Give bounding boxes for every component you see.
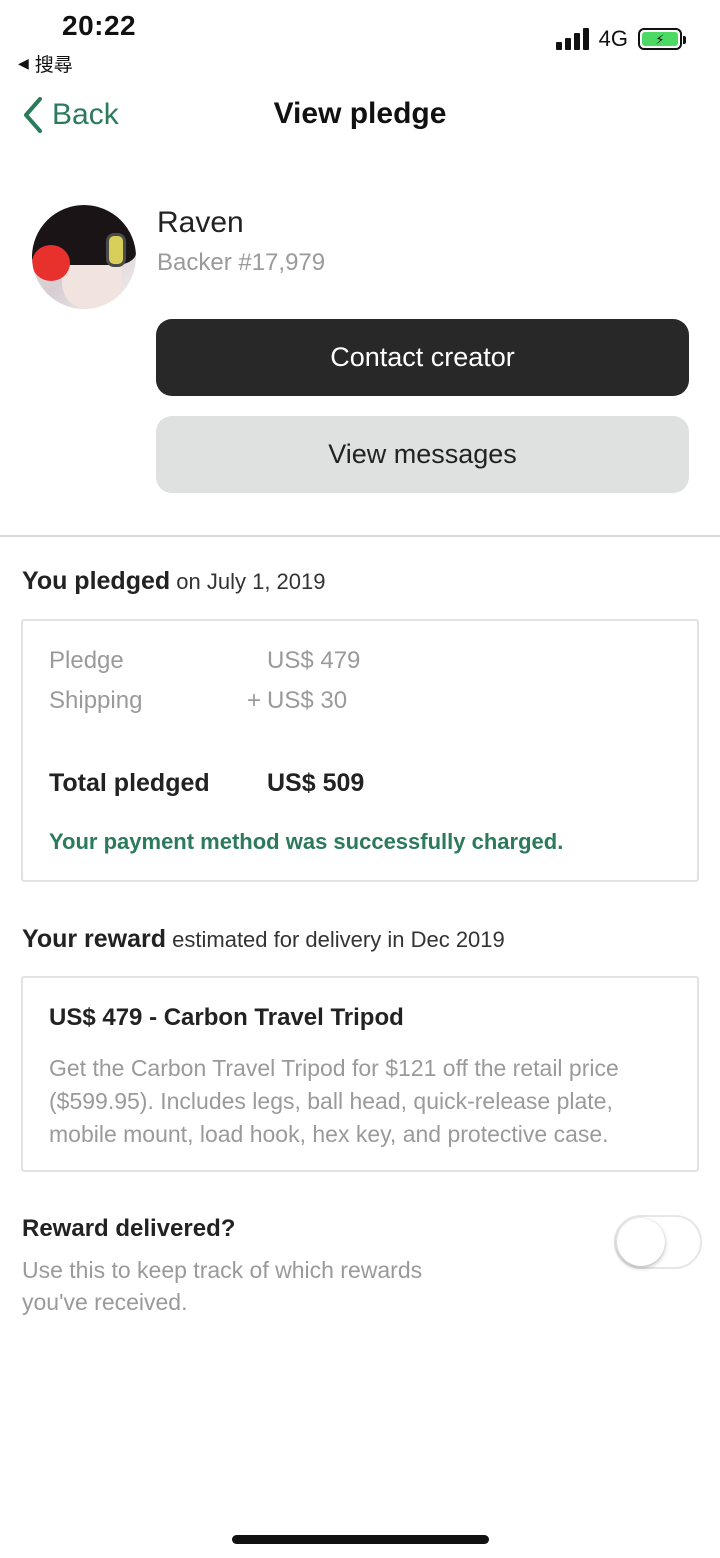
backer-name: Raven xyxy=(157,206,244,239)
pledge-amount: US$ 479 xyxy=(267,647,361,674)
pledge-heading-title: You pledged xyxy=(22,567,171,595)
avatar xyxy=(32,205,136,309)
pledge-heading: You pledged on July 1, 2019 xyxy=(22,567,326,596)
payment-status-message: Your payment method was successfully cha… xyxy=(49,829,564,854)
battery-charging-icon: ⚡ xyxy=(638,28,686,50)
status-back-app-label: 搜尋 xyxy=(34,55,73,76)
reward-heading: Your reward estimated for delivery in De… xyxy=(22,925,505,954)
pledge-label: Pledge xyxy=(49,647,124,674)
total-label: Total pledged xyxy=(49,769,210,797)
shipping-plus: + xyxy=(247,687,262,714)
toggle-knob xyxy=(617,1218,665,1266)
reward-title: US$ 479 - Carbon Travel Tripod xyxy=(49,1004,404,1031)
reward-delivery-estimate: estimated for delivery in Dec 2019 xyxy=(166,927,505,952)
total-amount: US$ 509 xyxy=(267,769,365,797)
shipping-amount: US$ 30 xyxy=(267,687,348,714)
reward-heading-title: Your reward xyxy=(22,925,167,953)
pledge-date: on July 1, 2019 xyxy=(170,569,326,594)
home-indicator[interactable] xyxy=(232,1535,489,1544)
view-messages-button[interactable]: View messages xyxy=(156,416,689,493)
back-triangle-icon: ◀ xyxy=(18,55,29,71)
reward-delivered-toggle[interactable] xyxy=(614,1215,702,1269)
status-right: 4G ⚡ xyxy=(555,26,686,52)
status-back-to-app[interactable]: ◀ 搜尋 xyxy=(18,50,73,77)
reward-card: US$ 479 - Carbon Travel Tripod Get the C… xyxy=(21,976,699,1172)
pledge-summary-card: Pledge US$ 479 Shipping + US$ 30 Total p… xyxy=(21,619,699,882)
page-title: View pledge xyxy=(273,97,447,130)
status-time: 20:22 xyxy=(62,10,137,41)
section-divider xyxy=(0,535,720,537)
reward-description: Get the Carbon Travel Tripod for $121 of… xyxy=(49,1055,619,1147)
signal-icon xyxy=(555,28,589,50)
reward-delivered-title: Reward delivered? xyxy=(22,1215,236,1242)
network-type: 4G xyxy=(598,26,628,51)
backer-number: Backer #17,979 xyxy=(157,249,326,276)
contact-creator-button[interactable]: Contact creator xyxy=(156,319,689,396)
shipping-label: Shipping xyxy=(49,687,143,714)
reward-delivered-description: Use this to keep track of which rewards … xyxy=(22,1257,423,1315)
